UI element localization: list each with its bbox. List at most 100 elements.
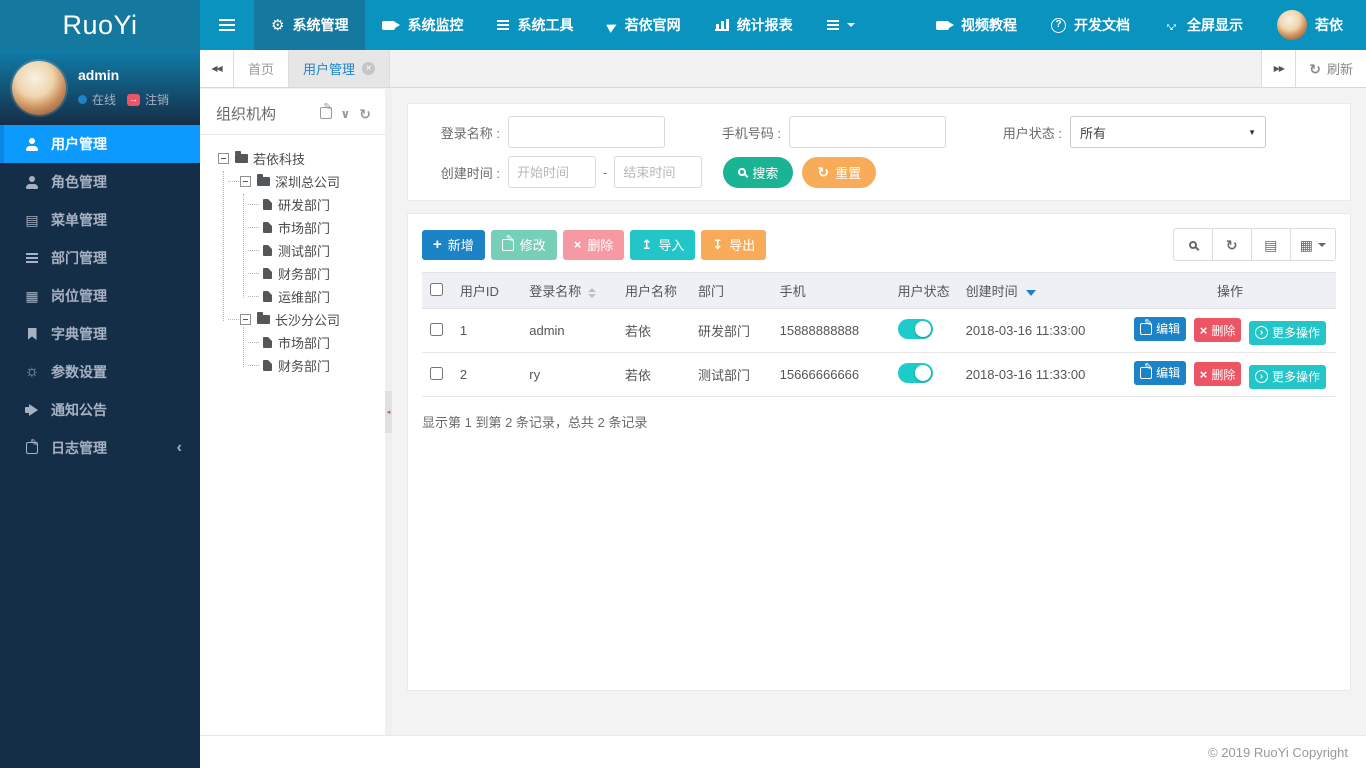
sidebar-item-post-manage[interactable]: 岗位管理	[0, 277, 200, 315]
nav-item-system-monitor[interactable]: 系统监控	[365, 0, 480, 50]
nav-item-video-tutorial[interactable]: 视频教程	[919, 0, 1034, 50]
nav-item-official-site[interactable]: 若依官网	[590, 0, 697, 50]
row-delete-button[interactable]: 删除	[1193, 362, 1242, 386]
nav-item-system-manage[interactable]: 系统管理	[254, 0, 366, 50]
sidebar-item-param-settings[interactable]: 参数设置	[0, 353, 200, 391]
login-name-input[interactable]	[508, 116, 665, 148]
row-edit-button[interactable]: 编辑	[1134, 360, 1187, 385]
tabs-scroll-back-button[interactable]	[200, 50, 234, 87]
refresh-icon[interactable]	[359, 107, 371, 121]
collapse-minus-icon[interactable]	[240, 176, 251, 187]
sidebar-item-notice[interactable]: 通知公告	[0, 391, 200, 429]
tree-node-dept[interactable]: 研发部门	[248, 193, 385, 216]
tree-node-dept[interactable]: 测试部门	[248, 239, 385, 262]
tab-home[interactable]: 首页	[234, 50, 290, 87]
table-search-toggle-button[interactable]	[1172, 228, 1213, 261]
tree-node-dept[interactable]: 市场部门	[248, 216, 385, 239]
status-toggle[interactable]	[897, 319, 933, 339]
tree-node-dept[interactable]: 财务部门	[248, 354, 385, 377]
tree-node-dept[interactable]: 市场部门	[248, 331, 385, 354]
edit-icon[interactable]	[319, 103, 332, 119]
tree-node-dept[interactable]: 运维部门	[248, 285, 385, 308]
col-create-time[interactable]: 创建时间	[957, 272, 1125, 309]
export-button[interactable]: 导出	[701, 229, 767, 260]
tree-node-branch[interactable]: 长沙分公司	[228, 308, 385, 331]
nav-item-system-tools[interactable]: 系统工具	[480, 0, 590, 50]
add-button[interactable]: 新增	[422, 229, 485, 260]
row-edit-button[interactable]: 编辑	[1134, 316, 1187, 341]
nav-item-user-dropdown[interactable]: 若依	[1260, 0, 1360, 50]
import-button[interactable]: 导入	[630, 229, 696, 260]
nav-item-fullscreen[interactable]: 全屏显示	[1147, 0, 1260, 50]
sidebar-item-role-manage[interactable]: 角色管理	[0, 163, 200, 201]
collapse-minus-icon[interactable]	[218, 153, 229, 164]
status-toggle[interactable]	[897, 363, 933, 383]
tabs-scroll-forward-button[interactable]	[1261, 50, 1296, 87]
download-icon	[712, 238, 723, 251]
tree-node-company[interactable]: 若依科技	[218, 147, 385, 170]
import-button-label: 导入	[658, 238, 685, 253]
tree-node-dept[interactable]: 财务部门	[248, 262, 385, 285]
app-logo[interactable]: RuoYi	[0, 0, 200, 50]
row-more-button[interactable]: 更多操作	[1248, 364, 1326, 389]
table-columns-button[interactable]	[1289, 228, 1336, 261]
close-icon[interactable]	[362, 62, 376, 75]
range-separator: -	[603, 164, 608, 180]
collapse-minus-icon[interactable]	[240, 314, 251, 325]
sidebar-toggle-button[interactable]	[200, 0, 254, 50]
tab-user-manage[interactable]: 用户管理	[289, 50, 391, 87]
sidebar-item-user-manage[interactable]: 用户管理	[0, 125, 200, 163]
panel-collapse-handle[interactable]	[385, 391, 392, 433]
gear-icon	[271, 18, 284, 33]
tree-node-branch[interactable]: 深圳总公司	[228, 170, 385, 193]
add-button-label: 新增	[447, 238, 474, 253]
cell-create-time: 2018-03-16 11:33:00	[957, 308, 1125, 353]
grid-columns-icon	[1300, 238, 1313, 252]
row-more-button[interactable]: 更多操作	[1248, 320, 1326, 345]
select-all-checkbox[interactable]	[430, 282, 443, 296]
nav-more-menu-button[interactable]	[810, 0, 872, 50]
table-detail-view-button[interactable]	[1250, 228, 1291, 261]
x-icon	[1200, 368, 1208, 381]
tree-node-label: 运维部门	[278, 290, 331, 305]
logout-link[interactable]: 注销	[145, 91, 169, 108]
modify-button[interactable]: 修改	[490, 229, 557, 260]
col-phone: 手机	[771, 272, 890, 309]
end-time-input[interactable]	[614, 156, 703, 188]
tree-node-label: 若依科技	[253, 152, 306, 167]
sidebar-item-log-manage[interactable]: 日志管理	[0, 429, 200, 467]
main-content: 登录名称 : 手机号码 : 用户状态 : 所有 创建时间 : -	[392, 89, 1366, 735]
nav-item-label: 视频教程	[961, 17, 1017, 33]
sidebar-item-dept-manage[interactable]: 部门管理	[0, 239, 200, 277]
row-checkbox[interactable]	[430, 322, 443, 336]
delete-button-label: 删除	[587, 238, 614, 253]
nav-item-dev-docs[interactable]: 开发文档	[1034, 0, 1147, 50]
chevron-down-icon[interactable]	[341, 107, 351, 121]
user-avatar[interactable]	[12, 60, 66, 115]
search-button[interactable]: 搜索	[723, 156, 794, 188]
col-login-name[interactable]: 登录名称	[521, 272, 617, 309]
create-time-label: 创建时间 :	[440, 165, 500, 181]
x-icon	[574, 238, 582, 251]
row-checkbox[interactable]	[430, 366, 443, 380]
delete-button[interactable]: 删除	[562, 229, 625, 260]
sidebar-item-menu-manage[interactable]: 菜单管理	[0, 201, 200, 239]
tab-label: 首页	[248, 62, 275, 77]
user-status-select[interactable]: 所有	[1070, 116, 1266, 148]
table-header-row: 用户ID 登录名称 用户名称 部门 手机 用户状态 创建时间 操作	[422, 272, 1336, 309]
copyright-text: © 2019 RuoYi Copyright	[1208, 744, 1348, 760]
col-dept: 部门	[690, 272, 772, 309]
tab-refresh-button[interactable]: 刷新	[1295, 50, 1366, 87]
paper-plane-icon	[605, 17, 620, 34]
phone-input[interactable]	[789, 116, 946, 148]
table-refresh-button[interactable]	[1211, 228, 1252, 261]
row-delete-button[interactable]: 删除	[1193, 318, 1242, 342]
reset-button[interactable]: 重置	[802, 156, 877, 188]
nav-item-report[interactable]: 统计报表	[698, 0, 810, 50]
left-sidebar: admin 在线 注销 用户管理 角色管理 菜单管理	[0, 50, 200, 768]
sidebar-item-dict-manage[interactable]: 字典管理	[0, 315, 200, 353]
outdent-icon	[26, 257, 38, 259]
start-time-input[interactable]	[508, 156, 596, 188]
menu-label: 部门管理	[51, 250, 107, 266]
menu-label: 通知公告	[51, 402, 107, 418]
